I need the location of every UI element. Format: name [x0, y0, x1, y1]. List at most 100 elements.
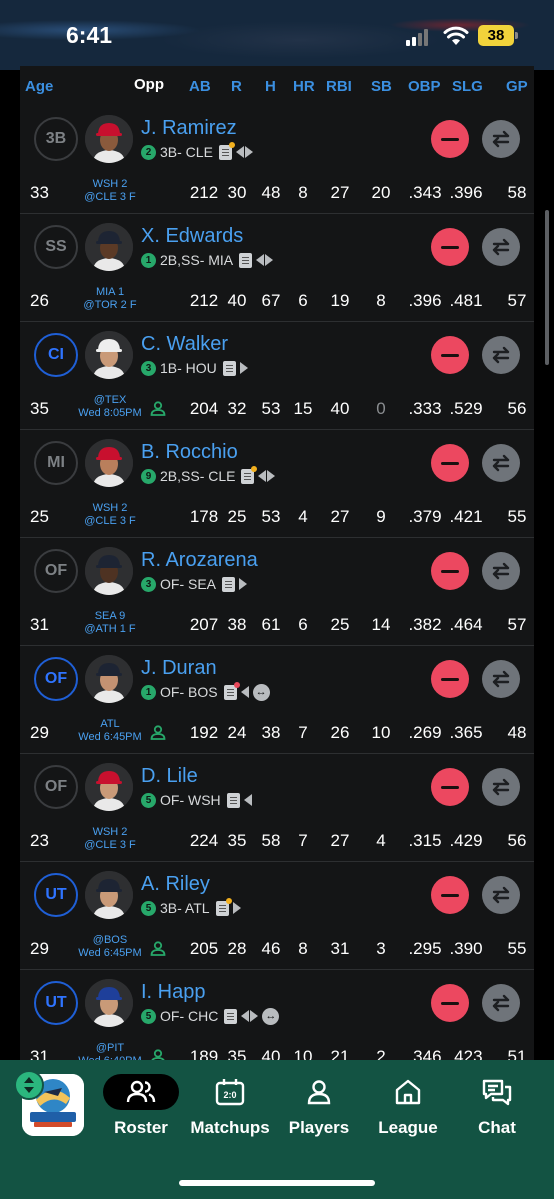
col-rbi[interactable]: RBI — [326, 78, 352, 95]
roster-slot-badge[interactable]: CI — [34, 333, 78, 377]
roster-slot-badge[interactable]: OF — [34, 549, 78, 593]
opponent-info[interactable]: WSH 2 @CLE 3 F — [65, 826, 155, 852]
opponent-info[interactable]: @BOS Wed 6:45PM — [65, 934, 155, 960]
col-r[interactable]: R — [231, 78, 242, 95]
notes-icon[interactable] — [224, 1008, 238, 1024]
player-row[interactable]: 3B J. Ramirez 2 3B- CLE 33 WSH 2 @CLE 3 F 212 30… — [20, 106, 534, 214]
roster-slot-badge[interactable]: UT — [34, 981, 78, 1025]
player-avatar[interactable] — [85, 115, 133, 163]
col-opp[interactable]: Opp — [104, 77, 194, 92]
player-name-link[interactable]: I. Happ — [141, 981, 205, 1004]
player-name-link[interactable]: J. Duran — [141, 657, 217, 680]
nav-chat[interactable]: Chat — [447, 1074, 547, 1164]
opponent-info[interactable]: @TEX Wed 8:05PM — [65, 394, 155, 420]
player-row[interactable]: UT I. Happ 5OF- CHC ↔ 31 @PITWed 6:40PM 189 35 4… — [20, 970, 534, 1060]
player-row[interactable]: OF D. Lile 5 OF- WSH 23 WSH 2 @CLE 3 F 224 35 58 7… — [20, 754, 534, 862]
roster-slot-badge[interactable]: OF — [34, 765, 78, 809]
player-name-link[interactable]: A. Riley — [141, 873, 210, 896]
player-info: 1 2B,SS- MIA — [141, 251, 274, 269]
player-name-link[interactable]: B. Rocchio — [141, 441, 238, 464]
col-h[interactable]: H — [265, 78, 276, 95]
drop-player-button[interactable] — [431, 984, 469, 1022]
nav-matchups[interactable]: 2:0 Matchups — [180, 1074, 280, 1164]
trade-player-button[interactable] — [482, 444, 520, 482]
col-slg[interactable]: SLG — [452, 78, 483, 95]
notes-icon[interactable] — [226, 792, 240, 808]
opponent-line-2: @CLE 3 F — [84, 515, 136, 527]
drop-player-button[interactable] — [431, 876, 469, 914]
roster-slot-badge[interactable]: 3B — [34, 117, 78, 161]
player-name-link[interactable]: X. Edwards — [141, 225, 243, 248]
trade-player-button[interactable] — [482, 228, 520, 266]
opponent-info[interactable]: WSH 2 @CLE 3 F — [65, 502, 155, 528]
col-obp[interactable]: OBP — [408, 78, 441, 95]
player-row[interactable]: UT A. Riley 5 3B- ATL 29 @BOS Wed 6:45PM 205 28 4… — [20, 862, 534, 970]
col-gp[interactable]: GP — [506, 78, 528, 95]
player-name-link[interactable]: C. Walker — [141, 333, 228, 356]
trade-player-button[interactable] — [482, 552, 520, 590]
rank-badge: 5 — [141, 900, 156, 916]
col-sb[interactable]: SB — [371, 78, 392, 95]
roster-list[interactable]: 3B J. Ramirez 2 3B- CLE 33 WSH 2 @CLE 3 F 212 30… — [20, 106, 534, 1060]
player-avatar[interactable] — [85, 979, 133, 1027]
player-row[interactable]: OF R. Arozarena 3 OF- SEA 31 SEA 9 @ATH 1 F 207… — [20, 538, 534, 646]
nav-league[interactable]: League — [358, 1074, 458, 1164]
trade-player-button[interactable] — [482, 660, 520, 698]
trade-player-button[interactable] — [482, 768, 520, 806]
drop-player-button[interactable] — [431, 228, 469, 266]
opponent-info[interactable]: WSH 2 @CLE 3 F — [65, 178, 155, 204]
people-icon — [103, 1074, 179, 1110]
opponent-info[interactable]: ATL Wed 6:45PM — [65, 718, 155, 744]
col-hr[interactable]: HR — [293, 78, 315, 95]
trade-player-button[interactable] — [482, 876, 520, 914]
player-avatar[interactable] — [85, 439, 133, 487]
player-row[interactable]: SS X. Edwards 1 2B,SS- MIA 26 MIA 1 @TOR 2 F 21… — [20, 214, 534, 322]
col-age[interactable]: Age — [25, 78, 53, 95]
notes-icon[interactable] — [241, 465, 258, 484]
team-switch-icon[interactable] — [14, 1070, 44, 1100]
notes-icon[interactable] — [222, 576, 236, 592]
drop-player-button[interactable] — [431, 768, 469, 806]
player-avatar[interactable] — [85, 223, 133, 271]
drop-player-button[interactable] — [431, 660, 469, 698]
nav-roster[interactable]: Roster — [91, 1074, 191, 1164]
play-triangle-icon — [239, 362, 248, 374]
drop-player-button[interactable] — [431, 120, 469, 158]
notes-icon[interactable] — [218, 141, 235, 160]
nav-chat-label: Chat — [478, 1118, 516, 1137]
player-avatar[interactable] — [85, 871, 133, 919]
trade-player-button[interactable] — [482, 336, 520, 374]
player-avatar[interactable] — [85, 331, 133, 379]
player-row[interactable]: MI B. Rocchio 9 2B,SS- CLE 25 WSH 2 @CLE 3 F 17… — [20, 430, 534, 538]
notes-icon[interactable] — [239, 252, 253, 268]
player-name-link[interactable]: R. Arozarena — [141, 549, 258, 572]
trade-player-button[interactable] — [482, 120, 520, 158]
player-avatar[interactable] — [85, 547, 133, 595]
drop-player-button[interactable] — [431, 336, 469, 374]
stat-gp: 56 — [507, 399, 527, 418]
roster-slot-badge[interactable]: SS — [34, 225, 78, 269]
opponent-info[interactable]: SEA 9 @ATH 1 F — [65, 610, 155, 636]
nav-players[interactable]: Players — [269, 1074, 369, 1164]
drop-player-button[interactable] — [431, 444, 469, 482]
drop-player-button[interactable] — [431, 552, 469, 590]
scrollbar[interactable] — [545, 210, 549, 365]
player-avatar[interactable] — [85, 655, 133, 703]
player-name-link[interactable]: D. Lile — [141, 765, 198, 788]
player-row[interactable]: CI C. Walker 3 1B- HOU 35 @TEX Wed 8:05PM 204 32… — [20, 322, 534, 430]
stat-r: 28 — [227, 939, 247, 958]
stat-sb: 8 — [376, 291, 386, 310]
player-name-link[interactable]: J. Ramirez — [141, 117, 237, 140]
roster-slot-badge[interactable]: OF — [34, 657, 78, 701]
opponent-info[interactable]: @PITWed 6:40PM — [65, 1042, 155, 1060]
trade-player-button[interactable] — [482, 984, 520, 1022]
col-ab[interactable]: AB — [189, 78, 211, 95]
roster-slot-badge[interactable]: MI — [34, 441, 78, 485]
player-avatar[interactable] — [85, 763, 133, 811]
notes-icon[interactable] — [223, 681, 240, 700]
notes-icon[interactable] — [215, 897, 232, 916]
player-row[interactable]: OF J. Duran 1 OF- BOS ↔ 29 ATL Wed 6:45PM 192 24 3… — [20, 646, 534, 754]
roster-slot-badge[interactable]: UT — [34, 873, 78, 917]
notes-icon[interactable] — [222, 360, 236, 376]
opponent-info[interactable]: MIA 1 @TOR 2 F — [65, 286, 155, 312]
